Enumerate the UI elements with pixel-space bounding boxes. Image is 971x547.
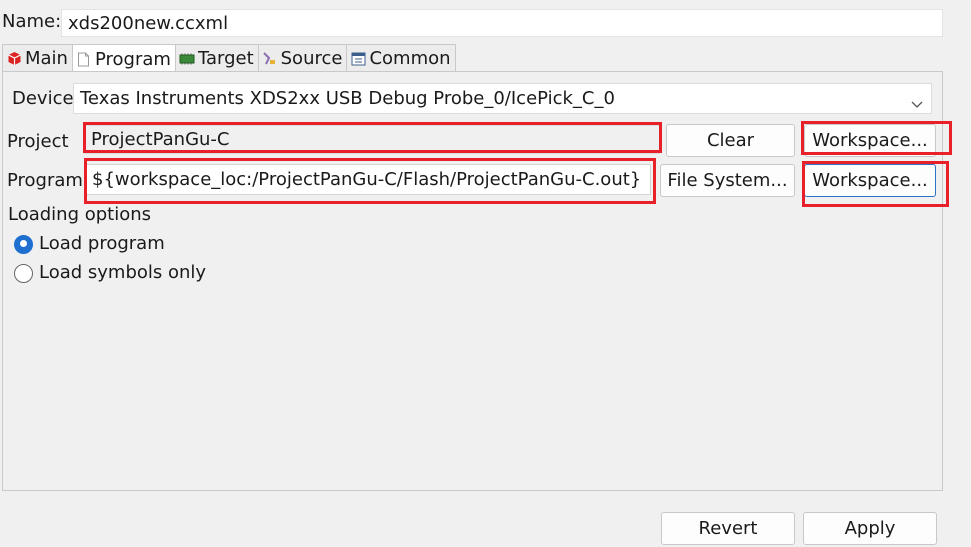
- load-program-label: Load program: [39, 233, 165, 254]
- chevron-down-icon: [911, 93, 923, 113]
- tab-source[interactable]: Source: [257, 44, 348, 72]
- device-select-value: Texas Instruments XDS2xx USB Debug Probe…: [80, 88, 615, 109]
- apply-button[interactable]: Apply: [803, 512, 937, 545]
- program-tab-icon: [76, 51, 92, 67]
- clear-button[interactable]: Clear: [666, 124, 795, 157]
- common-tab-icon: [350, 51, 366, 67]
- project-label: Project: [7, 131, 69, 152]
- tab-program-label: Program: [94, 48, 171, 70]
- tab-bar: Main Program Target Source Common: [2, 44, 456, 73]
- loading-options-title: Loading options: [8, 204, 152, 225]
- file-system-button[interactable]: File System...: [660, 164, 795, 197]
- tab-main[interactable]: Main: [2, 44, 73, 72]
- tab-main-label: Main: [25, 48, 68, 69]
- target-tab-icon: [179, 51, 195, 67]
- tab-common-label: Common: [369, 48, 451, 69]
- load-symbols-label: Load symbols only: [39, 262, 207, 283]
- program-workspace-button[interactable]: Workspace...: [804, 164, 936, 197]
- load-symbols-radio[interactable]: [14, 263, 33, 283]
- load-program-radio[interactable]: [14, 234, 33, 254]
- project-workspace-button[interactable]: Workspace...: [804, 124, 936, 157]
- program-field[interactable]: ${workspace_loc:/ProjectPanGu-C/Flash/Pr…: [85, 164, 651, 195]
- device-label: Device: [12, 88, 74, 109]
- tab-target[interactable]: Target: [174, 44, 259, 72]
- source-tab-icon: [262, 51, 278, 67]
- tab-program[interactable]: Program: [71, 44, 176, 73]
- tab-common[interactable]: Common: [346, 44, 456, 72]
- load-program-option[interactable]: Load program: [14, 233, 165, 255]
- project-field[interactable]: ProjectPanGu-C: [84, 125, 660, 154]
- tab-source-label: Source: [280, 48, 343, 69]
- program-label: Program: [7, 170, 83, 191]
- main-tab-icon: [6, 51, 22, 67]
- device-select[interactable]: Texas Instruments XDS2xx USB Debug Probe…: [73, 83, 932, 114]
- tab-target-label: Target: [197, 48, 254, 69]
- load-symbols-option[interactable]: Load symbols only: [14, 262, 206, 284]
- revert-button[interactable]: Revert: [661, 512, 795, 545]
- name-label: Name:: [2, 11, 62, 32]
- name-field[interactable]: xds200new.ccxml: [61, 9, 943, 37]
